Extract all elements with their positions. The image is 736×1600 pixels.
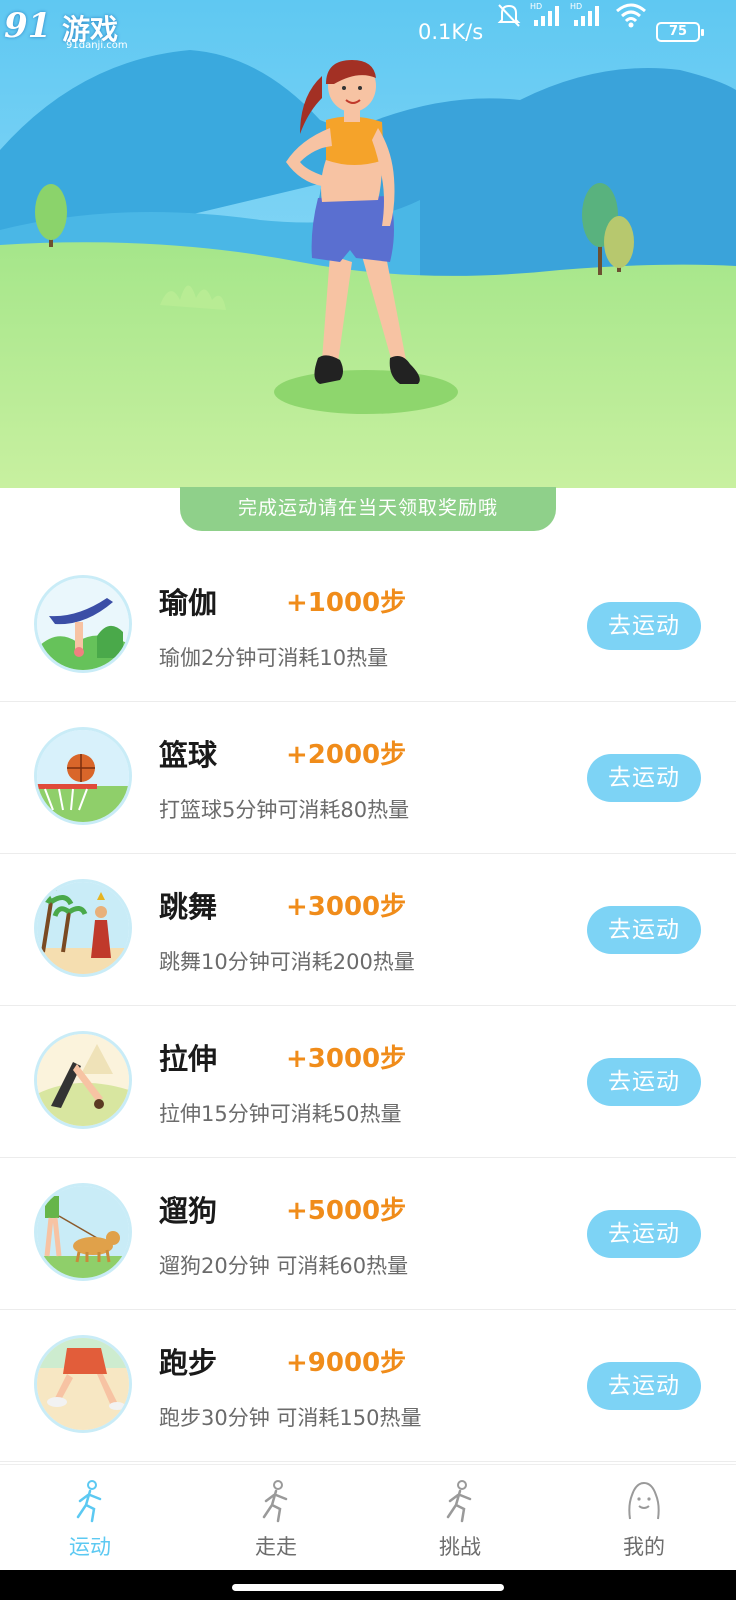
dog-walking-thumbnail bbox=[34, 1183, 132, 1281]
list-item: 瑜伽 +1000步 瑜伽2分钟可消耗10热量 去运动 bbox=[0, 550, 736, 702]
go-exercise-button[interactable]: 去运动 bbox=[587, 1210, 701, 1258]
activity-description: 打篮球5分钟可消耗80热量 bbox=[159, 798, 410, 822]
go-exercise-button[interactable]: 去运动 bbox=[587, 1362, 701, 1410]
activity-name: 拉伸 bbox=[159, 1042, 218, 1076]
activity-description: 拉伸15分钟可消耗50热量 bbox=[159, 1102, 402, 1126]
list-item: 跳舞 +3000步 跳舞10分钟可消耗200热量 去运动 bbox=[0, 854, 736, 1006]
hero-banner: 91 游戏 91danji.com 0.1K/s HD HD 75 bbox=[0, 0, 736, 488]
running-thumbnail bbox=[34, 1335, 132, 1433]
nav-label: 走走 bbox=[255, 1535, 297, 1559]
wifi-icon bbox=[616, 3, 646, 28]
network-speed: 0.1K/s bbox=[418, 20, 484, 44]
activity-steps: +2000步 bbox=[286, 740, 407, 770]
nav-label: 挑战 bbox=[439, 1535, 481, 1559]
tab-exercise[interactable]: 运动 bbox=[30, 1479, 150, 1565]
watermark-logo-number: 91 bbox=[4, 6, 52, 46]
tab-challenge[interactable]: 挑战 bbox=[400, 1479, 520, 1565]
challenge-icon bbox=[446, 1480, 472, 1523]
watermark-url: 91danji.com bbox=[66, 40, 128, 51]
activity-steps: +9000步 bbox=[286, 1348, 407, 1378]
activity-name: 遛狗 bbox=[159, 1194, 218, 1228]
signal-hd-icon: HD bbox=[530, 2, 559, 26]
tab-profile[interactable]: 我的 bbox=[584, 1479, 704, 1565]
activity-description: 跳舞10分钟可消耗200热量 bbox=[159, 950, 415, 974]
activity-steps: +3000步 bbox=[286, 892, 407, 922]
hero-illustration bbox=[0, 0, 736, 488]
activity-description: 瑜伽2分钟可消耗10热量 bbox=[159, 646, 389, 670]
nav-label: 运动 bbox=[69, 1535, 111, 1559]
battery-indicator: 75 bbox=[656, 22, 704, 42]
svg-text:HD: HD bbox=[570, 2, 582, 11]
activity-name: 篮球 bbox=[159, 738, 218, 772]
bottom-navigation: 运动 走走 挑战 我的 bbox=[0, 1464, 736, 1570]
go-exercise-button[interactable]: 去运动 bbox=[587, 602, 701, 650]
go-exercise-button[interactable]: 去运动 bbox=[587, 1058, 701, 1106]
run-icon bbox=[76, 1480, 102, 1523]
go-exercise-button[interactable]: 去运动 bbox=[587, 754, 701, 802]
dance-thumbnail bbox=[34, 879, 132, 977]
activity-name: 跑步 bbox=[159, 1346, 218, 1380]
activity-description: 跑步30分钟 可消耗150热量 bbox=[159, 1406, 422, 1430]
status-bar: 91 游戏 91danji.com 0.1K/s HD HD 75 bbox=[0, 0, 736, 66]
list-item: 篮球 +2000步 打篮球5分钟可消耗80热量 去运动 bbox=[0, 702, 736, 854]
mute-bell-icon bbox=[497, 4, 521, 27]
list-item: 拉伸 +3000步 拉伸15分钟可消耗50热量 去运动 bbox=[0, 1006, 736, 1158]
signal-hd-icon: HD bbox=[570, 2, 599, 26]
nav-label: 我的 bbox=[623, 1535, 665, 1559]
yoga-thumbnail bbox=[34, 575, 132, 673]
profile-icon bbox=[628, 1481, 660, 1520]
activity-description: 遛狗20分钟 可消耗60热量 bbox=[159, 1254, 409, 1278]
svg-text:HD: HD bbox=[530, 2, 542, 11]
list-item: 跑步 +9000步 跑步30分钟 可消耗150热量 去运动 bbox=[0, 1310, 736, 1462]
go-exercise-button[interactable]: 去运动 bbox=[587, 906, 701, 954]
site-watermark: 91 游戏 91danji.com bbox=[4, 6, 154, 54]
activity-steps: +3000步 bbox=[286, 1044, 407, 1074]
activity-steps: +5000步 bbox=[286, 1196, 407, 1226]
stretch-thumbnail bbox=[34, 1031, 132, 1129]
reward-notice: 完成运动请在当天领取奖励哦 bbox=[180, 487, 556, 531]
tab-walk[interactable]: 走走 bbox=[216, 1479, 336, 1565]
basketball-thumbnail bbox=[34, 727, 132, 825]
list-item: 遛狗 +5000步 遛狗20分钟 可消耗60热量 去运动 bbox=[0, 1158, 736, 1310]
activity-steps: +1000步 bbox=[286, 588, 407, 618]
activity-name: 瑜伽 bbox=[159, 586, 218, 620]
home-indicator[interactable] bbox=[232, 1584, 504, 1591]
activity-name: 跳舞 bbox=[159, 890, 218, 924]
walk-icon bbox=[262, 1480, 288, 1523]
activity-list: 瑜伽 +1000步 瑜伽2分钟可消耗10热量 去运动 篮球 +2000步 打篮球… bbox=[0, 550, 736, 1462]
